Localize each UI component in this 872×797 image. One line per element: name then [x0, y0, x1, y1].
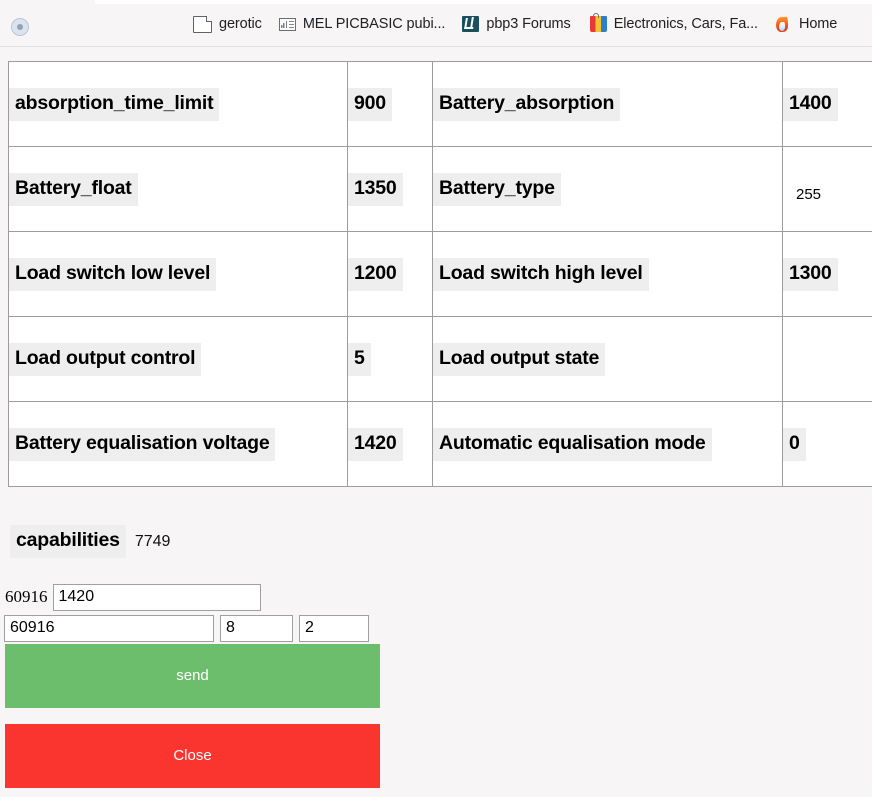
setting-value-cell: 1200 — [348, 232, 433, 317]
setting-name-cell: absorption_time_limit — [9, 62, 348, 147]
form-row-address — [0, 614, 400, 642]
setting-label: Battery_type — [433, 173, 561, 206]
checkmark-square-icon — [462, 16, 479, 32]
setting-value-cell: 900 — [348, 62, 433, 147]
setting-label: Load output control — [9, 343, 201, 376]
setting-label: Load switch low level — [9, 258, 216, 291]
setting-value: 900 — [348, 88, 392, 121]
table-row: Load output control 5 Load output state — [9, 317, 872, 402]
bookmarks-bar: gerotic MEL PICBASIC pubi... pbp3 Forums… — [186, 10, 849, 38]
setting-value: 1300 — [783, 258, 838, 291]
bookmark-label: Home — [799, 16, 837, 33]
setting-name-cell: Load output state — [433, 317, 783, 402]
send-button[interactable]: send — [5, 644, 380, 708]
list-table-icon — [279, 18, 296, 31]
bookmark-label: pbp3 Forums — [486, 16, 570, 33]
table-row: absorption_time_limit 900 Battery_absorp… — [9, 62, 872, 147]
bookmark-label: Electronics, Cars, Fa... — [614, 16, 758, 33]
form-row-value: 60916 — [0, 583, 400, 611]
settings-table: absorption_time_limit 900 Battery_absorp… — [8, 61, 872, 487]
setting-label: Load switch high level — [433, 258, 649, 291]
bookmark-mel-picbasic[interactable]: MEL PICBASIC pubi... — [274, 11, 453, 37]
setting-value: 5 — [348, 343, 371, 376]
setting-value-cell: 255 — [783, 147, 872, 232]
avatar-dot — [17, 24, 23, 30]
flame-icon — [775, 16, 792, 33]
shopping-bag-icon — [590, 16, 607, 32]
setting-name-cell: Battery_absorption — [433, 62, 783, 147]
table-row: Battery_float 1350 Battery_type 255 — [9, 147, 872, 232]
setting-value-cell: 0 — [783, 402, 872, 487]
setting-value-cell: 1350 — [348, 147, 433, 232]
tab-strip-edge — [95, 0, 872, 4]
setting-value: 1200 — [348, 258, 403, 291]
setting-name-cell: Load switch low level — [9, 232, 348, 317]
setting-value-cell: 5 — [348, 317, 433, 402]
capabilities-label: capabilities — [10, 525, 126, 558]
bookmark-home[interactable]: Home — [770, 11, 844, 37]
register-value-input[interactable] — [53, 584, 261, 611]
bookmark-gerotic[interactable]: gerotic — [186, 11, 269, 37]
capabilities-row: capabilities 7749 — [10, 525, 170, 558]
setting-label: Battery_absorption — [433, 88, 620, 121]
capabilities-value: 7749 — [135, 533, 171, 551]
setting-label: Battery_float — [9, 173, 138, 206]
setting-value: 0 — [783, 428, 806, 461]
setting-value: 1350 — [348, 173, 403, 206]
setting-label: Battery equalisation voltage — [9, 428, 275, 461]
setting-value-cell-empty — [783, 317, 872, 402]
setting-label: Load output state — [433, 343, 605, 376]
close-button[interactable]: Close — [5, 724, 380, 788]
setting-label: absorption_time_limit — [9, 88, 219, 121]
browser-chrome: gerotic MEL PICBASIC pubi... pbp3 Forums… — [0, 0, 872, 47]
slave-id-input[interactable] — [299, 615, 369, 642]
table-row: Load switch low level 1200 Load switch h… — [9, 232, 872, 317]
register-address-label: 60916 — [5, 583, 48, 611]
document-icon — [193, 16, 212, 33]
setting-label: Automatic equalisation mode — [433, 428, 712, 461]
profile-avatar-icon[interactable] — [11, 18, 31, 38]
setting-value: 1420 — [348, 428, 403, 461]
table-row: Battery equalisation voltage 1420 Automa… — [9, 402, 872, 487]
setting-value-cell: 1420 — [348, 402, 433, 487]
register-address-input[interactable] — [4, 615, 214, 642]
setting-value-cell: 1300 — [783, 232, 872, 317]
register-length-input[interactable] — [220, 615, 293, 642]
setting-name-cell: Battery equalisation voltage — [9, 402, 348, 487]
bookmark-label: gerotic — [219, 16, 262, 33]
setting-name-cell: Load output control — [9, 317, 348, 402]
bookmark-electronics-cars[interactable]: Electronics, Cars, Fa... — [583, 11, 765, 37]
setting-value: 1400 — [783, 88, 838, 121]
setting-name-cell: Battery_type — [433, 147, 783, 232]
bookmark-pbp3-forums[interactable]: pbp3 Forums — [457, 11, 577, 37]
register-write-form: 60916 send Close — [0, 583, 400, 788]
setting-name-cell: Battery_float — [9, 147, 348, 232]
setting-name-cell: Load switch high level — [433, 232, 783, 317]
setting-value: 255 — [783, 174, 872, 204]
setting-value-cell: 1400 — [783, 62, 872, 147]
page-content: absorption_time_limit 900 Battery_absorp… — [0, 47, 872, 797]
setting-name-cell: Automatic equalisation mode — [433, 402, 783, 487]
bookmark-label: MEL PICBASIC pubi... — [303, 16, 446, 33]
